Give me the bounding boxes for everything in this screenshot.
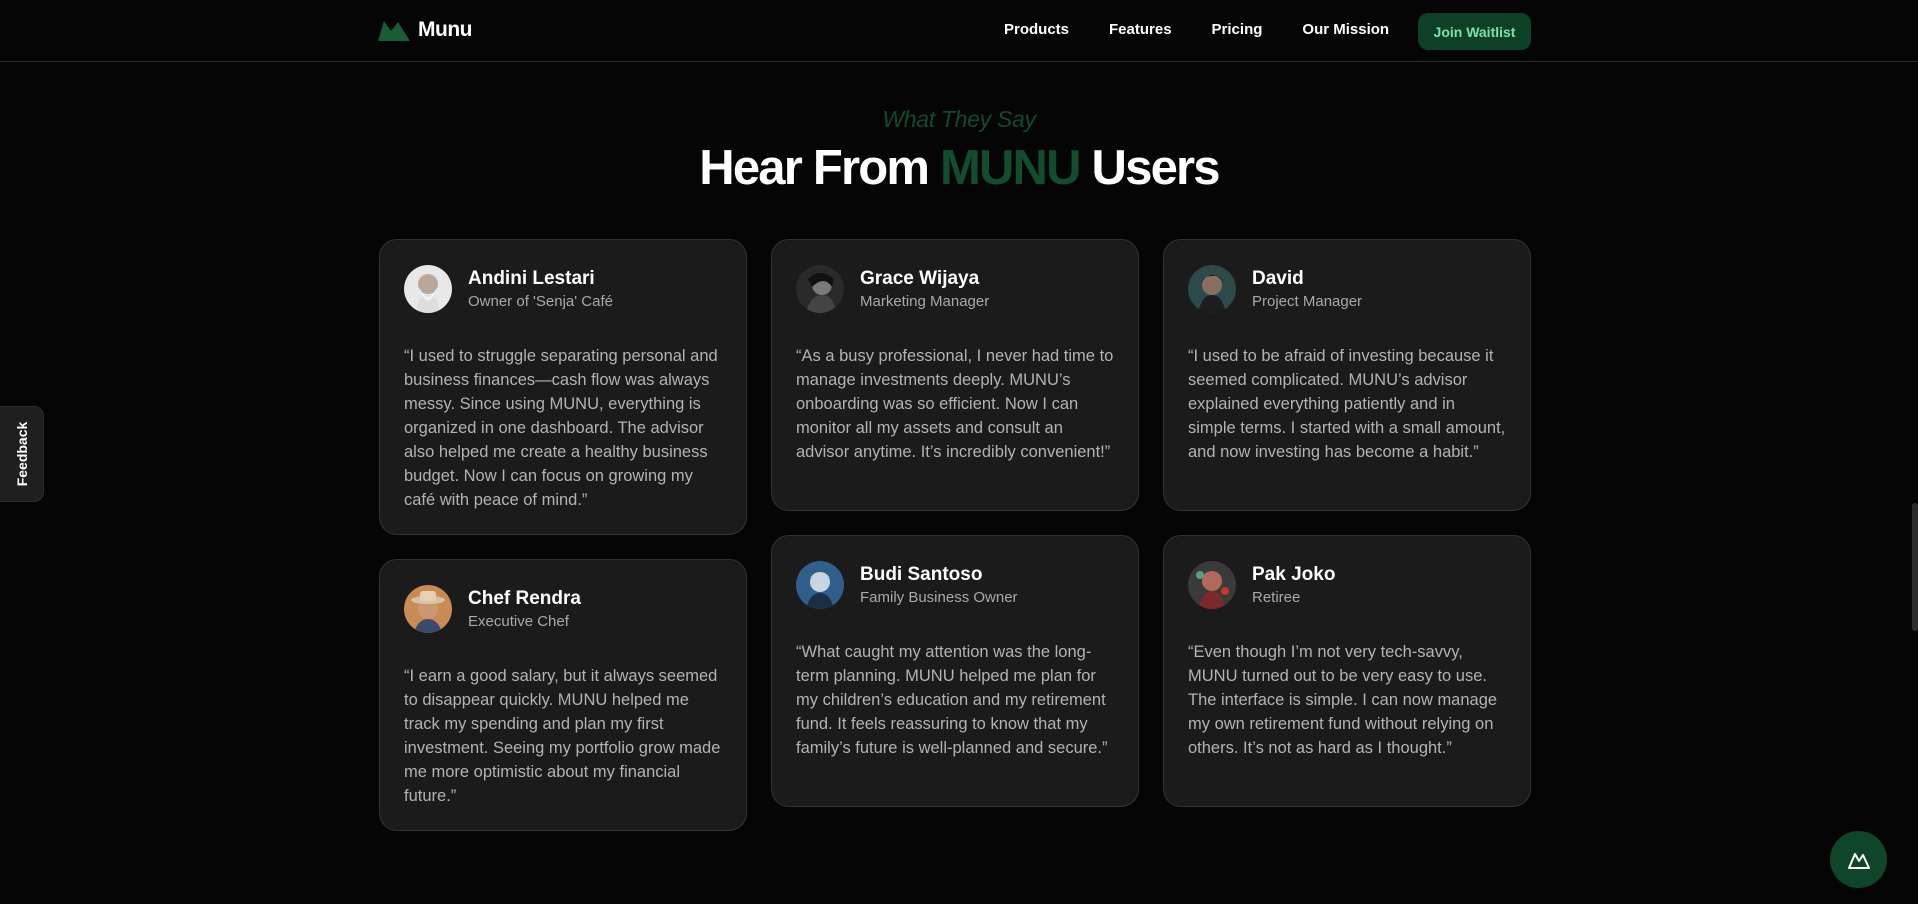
nav-link-features[interactable]: Features xyxy=(1109,21,1172,38)
person-name: Budi Santoso xyxy=(860,563,983,585)
title-suffix: Users xyxy=(1079,141,1221,195)
title-accent: MUNU xyxy=(939,141,1082,195)
mountain-logo-icon xyxy=(378,21,410,41)
avatar xyxy=(1188,561,1236,609)
person-role: Marketing Manager xyxy=(860,292,990,310)
mountain-chat-icon xyxy=(1847,852,1870,869)
main-nav: Products Features Pricing Our Mission xyxy=(1004,21,1429,38)
person-name: Andini Lestari xyxy=(468,267,595,289)
section-eyebrow: What They Say xyxy=(882,106,1036,132)
avatar xyxy=(796,265,844,313)
nav-link-products[interactable]: Products xyxy=(1004,21,1069,38)
avatar xyxy=(1188,265,1236,313)
testimonial-quote: “Even though I’m not very tech-savvy, MU… xyxy=(1188,643,1498,757)
testimonial-card: Pak Joko Retiree “Even though I’m not ve… xyxy=(1163,535,1531,807)
person-name: Pak Joko xyxy=(1252,563,1336,585)
testimonial-card: Grace Wijaya Marketing Manager “As a bus… xyxy=(771,239,1139,511)
feedback-label: Feedback xyxy=(13,421,30,487)
person-role: Retiree xyxy=(1252,588,1301,606)
testimonial-quote: “I used to be afraid of investing becaus… xyxy=(1188,347,1506,461)
person-role: Family Business Owner xyxy=(860,588,1018,606)
chat-launcher-button[interactable] xyxy=(1830,831,1887,888)
person-name: Grace Wijaya xyxy=(860,267,980,289)
testimonial-card: David Project Manager “I used to be afra… xyxy=(1163,239,1531,511)
testimonial-quote: “As a busy professional, I never had tim… xyxy=(796,347,1114,461)
testimonial-card: Budi Santoso Family Business Owner “What… xyxy=(771,535,1139,807)
avatar xyxy=(796,561,844,609)
page-scrollbar-thumb[interactable] xyxy=(1912,503,1918,631)
person-role: Project Manager xyxy=(1252,292,1363,310)
person-name: Chef Rendra xyxy=(468,587,581,609)
testimonial-card: Chef Rendra Executive Chef “I earn a goo… xyxy=(379,559,747,831)
testimonial-card: Andini Lestari Owner of 'Senja' Café “I … xyxy=(379,239,747,535)
top-navbar: Munu Products Features Pricing Our Missi… xyxy=(0,0,1918,62)
title-prefix: Hear From xyxy=(699,141,940,195)
nav-link-our-mission[interactable]: Our Mission xyxy=(1302,21,1389,38)
join-waitlist-button[interactable]: Join Waitlist xyxy=(1418,13,1531,50)
nav-link-pricing[interactable]: Pricing xyxy=(1212,21,1263,38)
testimonial-quote: “I used to struggle separating personal … xyxy=(404,347,718,509)
feedback-tab[interactable]: Feedback xyxy=(0,406,44,502)
avatar xyxy=(404,585,452,633)
avatar xyxy=(404,265,452,313)
testimonial-quote: “I earn a good salary, but it always see… xyxy=(404,667,721,805)
testimonial-quote: “What caught my attention was the long-t… xyxy=(796,643,1108,757)
person-role: Executive Chef xyxy=(468,612,569,630)
brand-name: Munu xyxy=(418,18,472,41)
brand-logo-link[interactable]: Munu xyxy=(378,18,472,42)
person-role: Owner of 'Senja' Café xyxy=(468,292,613,310)
person-name: David xyxy=(1252,267,1304,289)
section-title: Hear From MUNU Users xyxy=(0,140,1918,196)
